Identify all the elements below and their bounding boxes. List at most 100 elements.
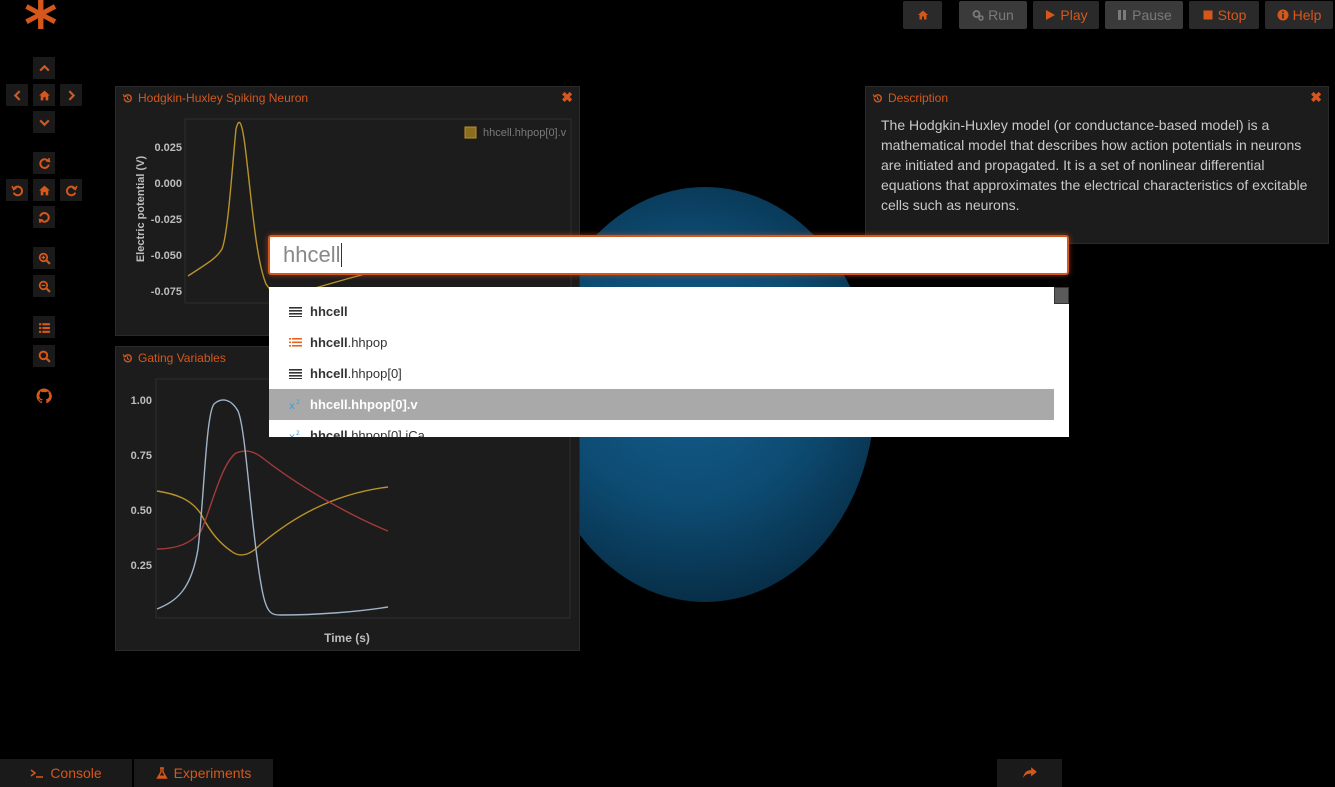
play-label: Play: [1060, 7, 1088, 23]
console-label: Console: [50, 765, 102, 781]
pan-right-button[interactable]: [60, 84, 82, 106]
pan-down-button[interactable]: [33, 111, 55, 133]
help-label: Help: [1292, 7, 1322, 23]
run-label: Run: [988, 7, 1014, 23]
hh-widget-header[interactable]: Hodgkin-Huxley Spiking Neuron: [116, 87, 579, 109]
hh-ylabel: Electric potential (V): [135, 155, 147, 262]
home-icon: [38, 90, 50, 100]
pan-left-button[interactable]: [6, 84, 28, 106]
rotate-left-button[interactable]: [6, 179, 28, 201]
result-label: hhcell.hhpop[0].v: [310, 397, 418, 412]
geppetto-logo: *: [24, 0, 58, 63]
undo-icon: [10, 185, 23, 196]
terminal-icon: [30, 769, 44, 778]
experiments-tab[interactable]: Experiments: [134, 759, 273, 787]
result-label: hhcell: [310, 304, 348, 319]
rotate-home-button[interactable]: [33, 179, 55, 201]
pan-home-button[interactable]: [33, 84, 55, 106]
close-icon[interactable]: ✖: [1310, 89, 1322, 106]
home-icon: [917, 10, 928, 20]
github-icon: [36, 388, 52, 404]
rotate-icon: [38, 157, 50, 169]
svg-text:2: 2: [296, 399, 300, 406]
pause-icon: [1118, 10, 1127, 20]
play-icon: [1046, 10, 1056, 20]
description-widget-title: Description: [888, 91, 949, 105]
close-icon[interactable]: ✖: [561, 89, 573, 106]
rotate-down-icon: [38, 211, 50, 223]
hh-ytick: -0.025: [151, 214, 182, 226]
legend-swatch: [464, 126, 477, 139]
rotate-right-button[interactable]: [60, 179, 82, 201]
rotate-down-button[interactable]: [33, 206, 55, 228]
scrollbar-thumb[interactable]: [1054, 287, 1069, 304]
zoom-in-button[interactable]: [33, 247, 55, 269]
play-button[interactable]: Play: [1033, 1, 1099, 29]
hh-legend-label: hhcell.hhpop[0].v: [483, 127, 567, 139]
stop-label: Stop: [1217, 7, 1247, 23]
gating-ytick: 0.25: [131, 560, 152, 572]
description-text: The Hodgkin-Huxley model (or conductance…: [881, 117, 1308, 213]
pause-button[interactable]: Pause: [1105, 1, 1183, 29]
chevron-down-icon: [38, 119, 50, 126]
redo-icon: [65, 185, 78, 196]
search-result-item[interactable]: hhcell: [269, 296, 1054, 327]
hh-ytick: -0.050: [151, 250, 182, 262]
chevron-right-icon: [68, 89, 75, 101]
list-icon: [289, 369, 302, 379]
result-label: hhcell.hhpop[0]: [310, 366, 402, 381]
spotlight-button[interactable]: [33, 345, 55, 367]
gating-widget-title: Gating Variables: [138, 351, 226, 365]
svg-text:x: x: [289, 432, 295, 437]
hh-widget-title: Hodgkin-Huxley Spiking Neuron: [138, 91, 309, 105]
description-widget[interactable]: Description ✖ The Hodgkin-Huxley model (…: [865, 86, 1329, 244]
history-icon[interactable]: [122, 93, 133, 104]
hh-ytick: 0.000: [154, 178, 182, 190]
search-input-value: hhcell: [283, 242, 341, 267]
hh-ytick: 0.025: [154, 142, 182, 154]
flask-icon: [155, 767, 168, 779]
history-icon[interactable]: [122, 353, 133, 364]
pan-up-button[interactable]: [33, 57, 55, 79]
share-button[interactable]: [997, 759, 1062, 787]
svg-text:x: x: [289, 401, 295, 410]
search-result-item[interactable]: x2 hhcell.hhpop[0].iCa: [269, 420, 1054, 437]
gating-ytick: 0.75: [131, 450, 152, 462]
zoom-out-icon: [38, 280, 51, 293]
console-tab[interactable]: Console: [0, 759, 132, 787]
rotate-up-button[interactable]: [33, 152, 55, 174]
github-button[interactable]: [33, 385, 55, 407]
gating-ytick: 0.50: [131, 505, 152, 517]
spotlight-search-input[interactable]: hhcell: [268, 235, 1069, 275]
description-widget-header[interactable]: Description: [866, 87, 1328, 109]
share-icon: [1022, 767, 1037, 779]
text-caret: [341, 243, 343, 267]
list-icon: [289, 307, 302, 317]
search-result-item-selected[interactable]: x2 hhcell.hhpop[0].v: [269, 389, 1054, 420]
stop-button[interactable]: Stop: [1189, 1, 1259, 29]
stop-icon: [1203, 10, 1213, 20]
experiments-label: Experiments: [173, 765, 252, 781]
search-result-item[interactable]: hhcell.hhpop: [269, 327, 1054, 358]
gating-ytick: 1.00: [131, 395, 152, 407]
history-icon[interactable]: [872, 93, 883, 104]
list-icon: [38, 322, 50, 333]
run-button[interactable]: Run: [959, 1, 1027, 29]
search-result-item[interactable]: hhcell.hhpop[0]: [269, 358, 1054, 389]
zoom-in-icon: [38, 252, 51, 265]
chevron-up-icon: [38, 64, 50, 71]
gears-icon: [972, 10, 984, 21]
control-panel-button[interactable]: [33, 316, 55, 338]
population-icon: [289, 338, 302, 347]
home-icon: [38, 185, 50, 195]
variable-icon: x2: [289, 430, 300, 437]
search-results-dropdown[interactable]: hhcell hhcell.hhpop hhcell.hhpop[0] x2 h…: [269, 287, 1069, 437]
help-button[interactable]: Help: [1265, 1, 1333, 29]
result-label: hhcell.hhpop: [310, 335, 388, 350]
svg-text:2: 2: [296, 430, 300, 437]
pause-label: Pause: [1132, 7, 1172, 23]
home-button[interactable]: [903, 1, 942, 29]
gating-xlabel: Time (s): [324, 631, 370, 645]
zoom-out-button[interactable]: [33, 275, 55, 297]
variable-icon: x2: [289, 399, 300, 410]
